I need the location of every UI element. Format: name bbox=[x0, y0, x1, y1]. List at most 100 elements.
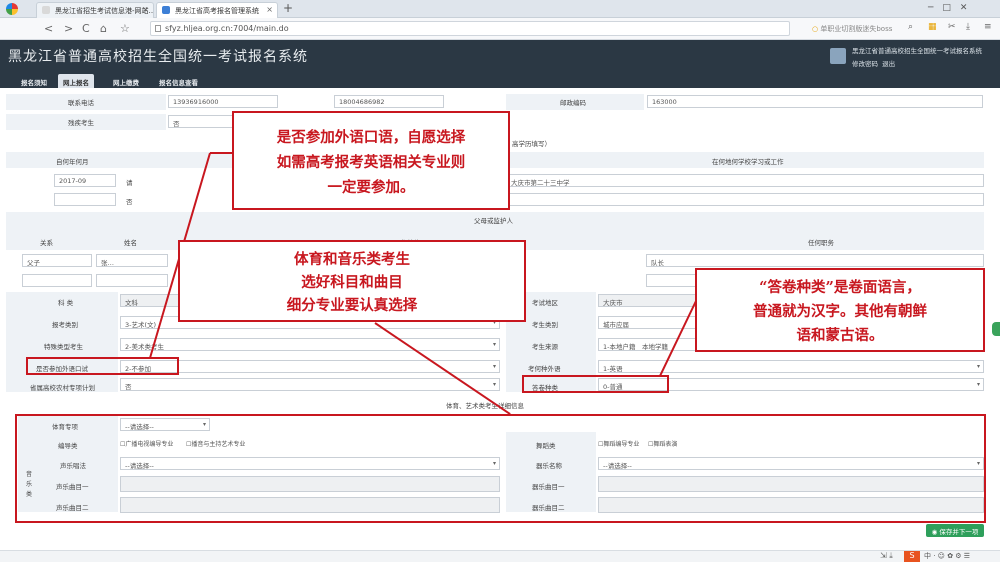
guardian-relation-input[interactable]: 父子 bbox=[22, 254, 92, 267]
guardian-duty-input[interactable]: 队长 bbox=[646, 254, 984, 267]
user-system-name: 黑龙江省普通高校招生全国统一考试报名系统 bbox=[852, 47, 982, 55]
search-engine-icon: ○ bbox=[812, 25, 819, 33]
address-toolbar: < > C ⌂ ☆ sfyz.hljea.org.cn:7004/main.do… bbox=[0, 18, 1000, 40]
resume-start-label: 自何年何月 bbox=[56, 158, 89, 166]
guardian-duty-label: 任何职务 bbox=[808, 239, 834, 247]
window-controls[interactable]: ─□✕ bbox=[928, 3, 976, 13]
foreign-language-label: 考何种外语 bbox=[528, 365, 561, 373]
tab-registration-info[interactable]: 报名信息查看 bbox=[154, 74, 203, 88]
apply-category-label: 报考类别 bbox=[52, 321, 78, 329]
answer-type-callout: “答卷种类”是卷面语言， 普通就为汉字。其他有朝鲜 语和蒙古语。 bbox=[695, 268, 985, 352]
logout-link[interactable]: 退出 bbox=[882, 60, 895, 68]
resume-date-input[interactable]: 2017-09 bbox=[54, 174, 116, 187]
browser-tab-label: 黑龙江省高考报名管理系统 bbox=[175, 7, 259, 15]
forward-button[interactable]: > bbox=[64, 22, 73, 35]
rural-plan-select[interactable]: 否 ▾ bbox=[120, 378, 500, 391]
status-tray-icons[interactable]: ⇲ ⤓ bbox=[880, 551, 893, 561]
guardian-relation-input[interactable] bbox=[22, 274, 92, 287]
oral-callout-connector bbox=[210, 152, 233, 154]
foreign-language-value: 1-英语 bbox=[603, 365, 623, 373]
oral-callout-line-2: 如需高考报考英语相关专业则 bbox=[276, 154, 466, 171]
guardian-name-input[interactable] bbox=[96, 274, 168, 287]
change-password-link[interactable]: 修改密码 bbox=[852, 60, 878, 68]
star-icon[interactable]: ☆ bbox=[120, 22, 130, 35]
new-tab-button[interactable]: + bbox=[283, 1, 293, 15]
scissors-icon[interactable]: ✂ bbox=[948, 22, 956, 32]
examinee-category-value: 城市应届 bbox=[603, 321, 629, 329]
resume-date-input[interactable] bbox=[54, 193, 116, 206]
examinee-category-label: 考生类别 bbox=[532, 321, 558, 329]
foreign-language-select[interactable]: 1-英语 ▾ bbox=[598, 360, 984, 373]
examinee-source-value: 1-本地户籍 本地学籍 bbox=[603, 343, 668, 351]
side-float-icon[interactable] bbox=[992, 322, 1000, 336]
special-type-label: 特殊类型考生 bbox=[44, 343, 83, 351]
education-note: 高学历填写） bbox=[512, 140, 551, 148]
sport-art-section-title: 体育、艺术类考生详细信息 bbox=[446, 402, 524, 410]
contact-phone-label: 联系电话 bbox=[68, 99, 94, 107]
resume-date-unit: 请 bbox=[126, 179, 133, 187]
search-icon[interactable]: ⌕ bbox=[908, 22, 913, 32]
browser-logo-icon[interactable] bbox=[6, 3, 18, 15]
home-button[interactable]: ⌂ bbox=[100, 22, 107, 35]
url-field[interactable]: sfyz.hljea.org.cn:7004/main.do bbox=[150, 21, 790, 36]
oral-exam-highlight bbox=[26, 357, 179, 375]
browser-tab-2[interactable]: 黑龙江省高考报名管理系统 × bbox=[156, 2, 278, 18]
tab-online-registration[interactable]: 网上报名 bbox=[58, 74, 94, 88]
answer-callout-line-1: “答卷种类”是卷面语言， bbox=[759, 279, 921, 296]
url-text: sfyz.hljea.org.cn:7004/main.do bbox=[165, 24, 289, 33]
browser-tab-bar: 黑龙江省招生考试信息港-网站… × 黑龙江省高考报名管理系统 × + ─□✕ bbox=[0, 0, 1000, 18]
examinee-source-label: 考生来源 bbox=[532, 343, 558, 351]
zip-code-input[interactable]: 163000 bbox=[647, 95, 983, 108]
chevron-down-icon: ▾ bbox=[976, 381, 980, 388]
ime-icon[interactable]: S bbox=[904, 551, 920, 562]
chevron-down-icon: ▾ bbox=[976, 363, 980, 370]
oral-callout-line-3: 一定要参加。 bbox=[327, 179, 415, 196]
resume-school-input[interactable]: 大庆市第二十三中学 bbox=[506, 174, 984, 187]
reload-button[interactable]: C bbox=[82, 22, 90, 35]
guardian-name-input[interactable]: 张… bbox=[96, 254, 168, 267]
user-avatar-icon bbox=[830, 48, 846, 64]
site-title: 黑龙江省普通高校招生全国统一考试报名系统 bbox=[8, 49, 308, 65]
chevron-down-icon: ▾ bbox=[492, 381, 496, 388]
search-hint-text: 单职业切割版迷失boss bbox=[820, 25, 893, 33]
save-next-button[interactable]: ◉ 保存并下一项 bbox=[926, 524, 984, 537]
answer-callout-line-3: 语和蒙古语。 bbox=[796, 327, 884, 344]
guardian-section-title: 父母或监护人 bbox=[474, 217, 513, 225]
chevron-down-icon: ▾ bbox=[492, 341, 496, 348]
zip-code-label: 邮政编码 bbox=[560, 99, 586, 107]
tray-icons[interactable]: 中 · ☺ ✿ ⚙ ☰ bbox=[924, 551, 970, 561]
download-icon[interactable]: ⤓ bbox=[966, 22, 970, 32]
disabled-examinee-label: 残疾考生 bbox=[68, 119, 94, 127]
browser-tab-1[interactable]: 黑龙江省招生考试信息港-网站… × bbox=[36, 2, 154, 18]
chevron-down-icon: ▾ bbox=[492, 363, 496, 370]
sports-callout-line-2: 选好科目和曲目 bbox=[301, 274, 403, 291]
tab-online-payment[interactable]: 网上缴费 bbox=[108, 74, 144, 88]
guardian-name-label: 姓名 bbox=[124, 239, 137, 247]
mobile-phone-input[interactable]: 18004686982 bbox=[334, 95, 444, 108]
extensions-icon[interactable]: ▦ bbox=[928, 22, 937, 32]
oral-callout-line-1: 是否参加外语口语，自愿选择 bbox=[276, 129, 466, 146]
rural-plan-value: 否 bbox=[125, 383, 132, 391]
disabled-examinee-select[interactable]: 否 bbox=[168, 115, 238, 128]
resume-school-input[interactable] bbox=[506, 193, 984, 206]
close-tab-icon[interactable]: × bbox=[142, 5, 149, 14]
subject-label: 科 类 bbox=[58, 299, 74, 307]
back-button[interactable]: < bbox=[44, 22, 53, 35]
answer-callout-line-2: 普通就为汉字。其他有朝鲜 bbox=[753, 303, 927, 320]
special-type-value: 2-美术类考生 bbox=[125, 343, 164, 351]
close-tab-icon[interactable]: × bbox=[266, 5, 273, 14]
save-next-label: 保存并下一项 bbox=[939, 528, 979, 536]
menu-icon[interactable]: ≡ bbox=[984, 22, 992, 32]
resume-school-label: 在何地何学校学习或工作 bbox=[712, 158, 784, 166]
search-hint[interactable]: ○ 单职业切割版迷失boss bbox=[812, 24, 892, 34]
exam-region-label: 考试地区 bbox=[532, 299, 558, 307]
special-type-select[interactable]: 2-美术类考生 ▾ bbox=[120, 338, 500, 351]
page-favicon-icon bbox=[162, 6, 170, 14]
status-bar: ⇲ ⤓ S 中 · ☺ ✿ ⚙ ☰ bbox=[0, 550, 1000, 562]
disabled-examinee-value: 否 bbox=[173, 120, 180, 128]
contact-phone-input[interactable]: 13936916000 bbox=[168, 95, 278, 108]
resume-date-unit: 否 bbox=[126, 198, 133, 206]
sports-callout-line-3: 细分专业要认真选择 bbox=[286, 297, 418, 314]
tab-notice[interactable]: 报名须知 bbox=[16, 74, 52, 88]
rural-plan-label: 省属高校农村专项计划 bbox=[30, 384, 95, 392]
